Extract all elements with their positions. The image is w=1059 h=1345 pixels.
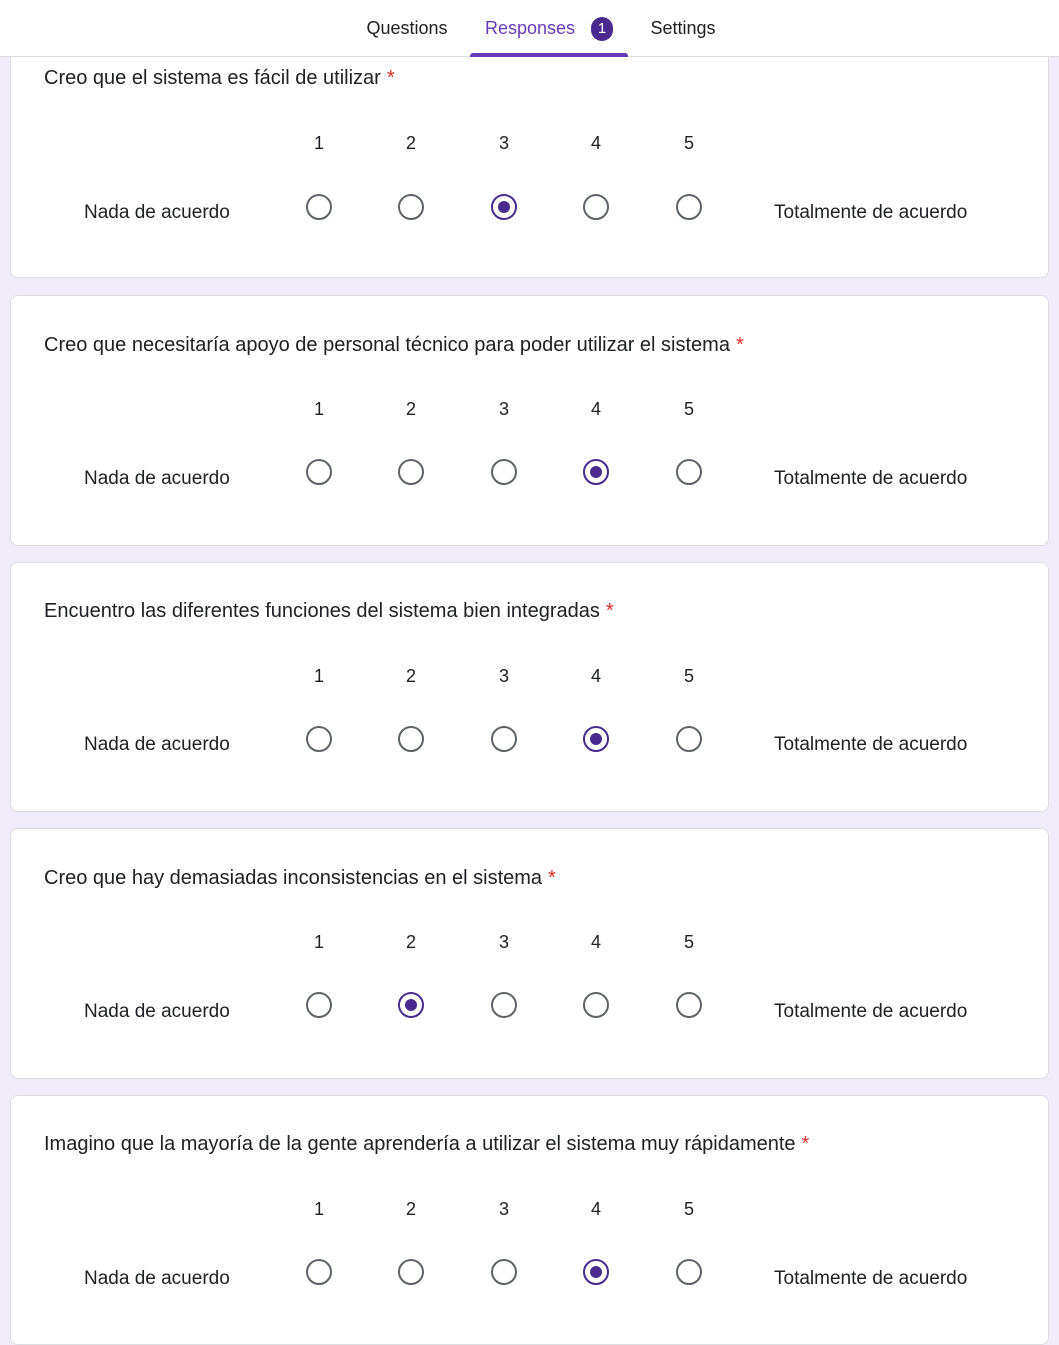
radio-option-4[interactable] [583, 459, 609, 485]
question-text: Creo que necesitaría apoyo de personal t… [44, 334, 730, 356]
scale-number-1: 1 [313, 133, 324, 153]
tab-settings[interactable]: Settings [638, 0, 728, 57]
scale-low-label: Nada de acuerdo [84, 468, 230, 489]
radio-option-3[interactable] [491, 726, 517, 752]
question-title: Creo que hay demasiadas inconsistencias … [44, 867, 556, 890]
scale-number-5: 5 [683, 399, 694, 419]
question-title: Imagino que la mayoría de la gente apren… [44, 1133, 809, 1156]
radio-option-1[interactable] [306, 726, 332, 752]
scale-high-label: Totalmente de acuerdo [774, 734, 968, 755]
scale-number-1: 1 [313, 666, 324, 686]
question-text: Creo que el sistema es fácil de utilizar [44, 67, 381, 89]
radio-option-4[interactable] [583, 1259, 609, 1285]
radio-option-5[interactable] [676, 194, 702, 220]
scale-number-5: 5 [683, 932, 694, 952]
required-asterisk: * [386, 67, 395, 89]
scale-number-4: 4 [590, 399, 601, 419]
required-asterisk: * [605, 600, 614, 622]
tab-responses[interactable]: Responses 1 [470, 0, 628, 57]
question-title: Encuentro las diferentes funciones del s… [44, 600, 614, 623]
radio-option-5[interactable] [676, 1259, 702, 1285]
radio-option-3[interactable] [491, 194, 517, 220]
scale-number-2: 2 [405, 932, 416, 952]
radio-option-1[interactable] [306, 194, 332, 220]
question-text: Creo que hay demasiadas inconsistencias … [44, 867, 543, 889]
radio-option-4[interactable] [583, 194, 609, 220]
radio-option-3[interactable] [491, 992, 517, 1018]
responses-count-badge: 1 [591, 16, 614, 41]
radio-option-2[interactable] [398, 459, 424, 485]
scale-number-3: 3 [498, 1199, 509, 1219]
scale-number-2: 2 [405, 666, 416, 686]
radio-option-3[interactable] [491, 1259, 517, 1285]
radio-option-5[interactable] [676, 992, 702, 1018]
radio-option-1[interactable] [306, 992, 332, 1018]
scale-number-5: 5 [683, 133, 694, 153]
question-card: Creo que el sistema es fácil de utilizar… [10, 20, 1049, 278]
scale-number-4: 4 [590, 666, 601, 686]
tab-questions-label: Questions [366, 18, 448, 38]
scale-number-3: 3 [498, 666, 509, 686]
scale-number-3: 3 [498, 133, 509, 153]
tab-responses-label: Responses [484, 18, 576, 38]
radio-option-2[interactable] [398, 194, 424, 220]
scale-number-5: 5 [683, 666, 694, 686]
scale-number-1: 1 [313, 399, 324, 419]
scale-number-1: 1 [313, 1199, 324, 1219]
scale-number-4: 4 [590, 1199, 601, 1219]
radio-option-2[interactable] [398, 726, 424, 752]
question-card: Imagino que la mayoría de la gente apren… [10, 1095, 1049, 1345]
scale-number-4: 4 [590, 133, 601, 153]
question-card: Creo que necesitaría apoyo de personal t… [10, 295, 1049, 546]
scale-low-label: Nada de acuerdo [84, 1001, 230, 1022]
scale-high-label: Totalmente de acuerdo [774, 202, 968, 223]
scale-high-label: Totalmente de acuerdo [774, 468, 968, 489]
radio-option-4[interactable] [583, 726, 609, 752]
scale-number-4: 4 [590, 932, 601, 952]
active-tab-indicator [470, 53, 628, 57]
tab-bar: Questions Responses 1 Settings [0, 0, 1059, 57]
scale-high-label: Totalmente de acuerdo [774, 1268, 968, 1289]
scale-low-label: Nada de acuerdo [84, 734, 230, 755]
scale-number-2: 2 [405, 133, 416, 153]
radio-option-2[interactable] [398, 1259, 424, 1285]
required-asterisk: * [735, 334, 744, 356]
scale-number-1: 1 [313, 932, 324, 952]
radio-option-2[interactable] [398, 992, 424, 1018]
scale-number-5: 5 [683, 1199, 694, 1219]
question-card: Encuentro las diferentes funciones del s… [10, 562, 1049, 812]
required-asterisk: * [548, 867, 556, 889]
question-title: Creo que necesitaría apoyo de personal t… [44, 334, 744, 357]
scale-number-3: 3 [498, 932, 509, 952]
question-text: Encuentro las diferentes funciones del s… [44, 600, 600, 622]
required-asterisk: * [801, 1133, 810, 1155]
tab-questions[interactable]: Questions [352, 0, 462, 57]
tab-settings-label: Settings [650, 18, 716, 38]
question-card: Creo que hay demasiadas inconsistencias … [10, 828, 1049, 1079]
radio-option-3[interactable] [491, 459, 517, 485]
scale-low-label: Nada de acuerdo [84, 202, 230, 223]
scale-number-2: 2 [405, 1199, 416, 1219]
radio-option-4[interactable] [583, 992, 609, 1018]
radio-option-1[interactable] [306, 1259, 332, 1285]
question-title: Creo que el sistema es fácil de utilizar… [44, 67, 395, 90]
scale-low-label: Nada de acuerdo [84, 1268, 230, 1289]
radio-option-5[interactable] [676, 726, 702, 752]
scale-number-2: 2 [405, 399, 416, 419]
scale-high-label: Totalmente de acuerdo [774, 1001, 968, 1022]
question-text: Imagino que la mayoría de la gente apren… [44, 1133, 796, 1155]
radio-option-5[interactable] [676, 459, 702, 485]
radio-option-1[interactable] [306, 459, 332, 485]
scale-number-3: 3 [498, 399, 509, 419]
